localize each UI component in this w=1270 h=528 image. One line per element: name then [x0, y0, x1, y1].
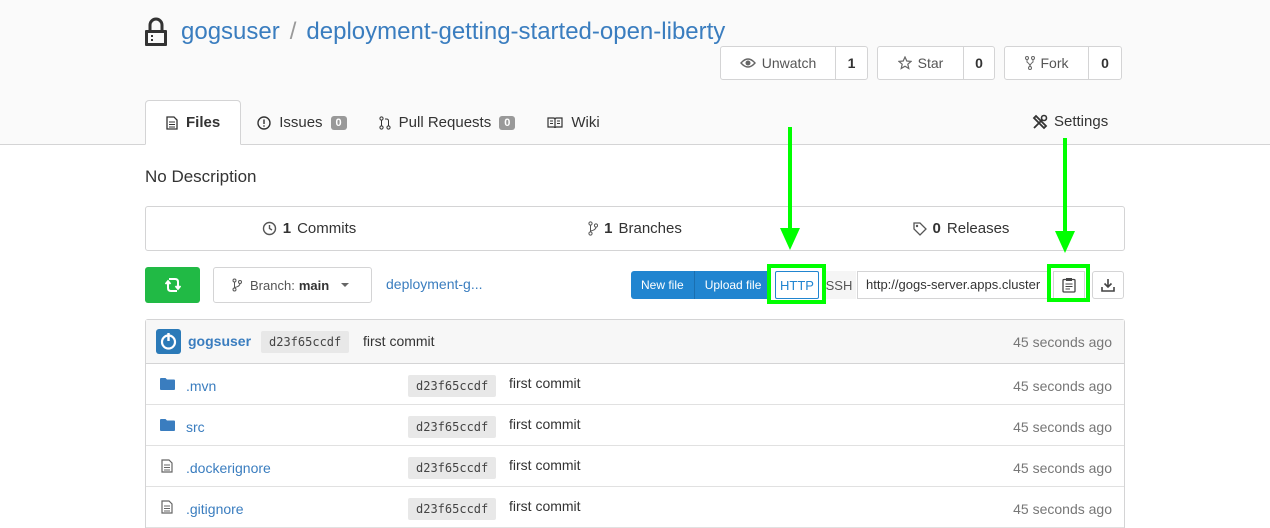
annotation-arrowhead-http — [780, 228, 800, 250]
file-name-link[interactable]: src — [186, 419, 205, 435]
table-row: src d23f65ccdf first commit 45 seconds a… — [146, 405, 1124, 446]
folder-icon — [160, 378, 175, 390]
file-name-link[interactable]: .mvn — [186, 378, 216, 394]
commit-sha[interactable]: d23f65ccdf — [261, 331, 350, 353]
table-row: .gitignore d23f65ccdf first commit 45 se… — [146, 487, 1124, 528]
file-text-icon — [161, 459, 173, 473]
latest-commit-row: gogsuser d23f65ccdf first commit 45 seco… — [146, 320, 1124, 364]
avatar[interactable] — [156, 329, 181, 354]
file-table: gogsuser d23f65ccdf first commit 45 seco… — [145, 319, 1125, 528]
commit-message: first commit — [363, 333, 435, 349]
file-commit-message[interactable]: first commit — [509, 457, 581, 473]
table-row: .dockerignore d23f65ccdf first commit 45… — [146, 446, 1124, 487]
file-commit-time: 45 seconds ago — [1013, 460, 1112, 476]
commit-time: 45 seconds ago — [1013, 334, 1112, 350]
folder-icon — [160, 419, 175, 431]
file-text-icon — [161, 500, 173, 514]
file-name-link[interactable]: .dockerignore — [186, 460, 271, 476]
annotation-box-http — [767, 264, 826, 304]
commit-author-link[interactable]: gogsuser — [188, 333, 251, 349]
file-commit-sha[interactable]: d23f65ccdf — [408, 457, 497, 479]
file-commit-sha[interactable]: d23f65ccdf — [408, 498, 497, 520]
file-commit-sha[interactable]: d23f65ccdf — [408, 416, 497, 438]
file-name-link[interactable]: .gitignore — [186, 501, 244, 517]
file-commit-message[interactable]: first commit — [509, 498, 581, 514]
annotation-box-copy — [1047, 264, 1090, 302]
file-commit-time: 45 seconds ago — [1013, 378, 1112, 394]
file-commit-message[interactable]: first commit — [509, 375, 581, 391]
file-commit-time: 45 seconds ago — [1013, 419, 1112, 435]
file-commit-time: 45 seconds ago — [1013, 501, 1112, 517]
file-commit-sha[interactable]: d23f65ccdf — [408, 375, 497, 397]
annotation-arrowhead-copy — [1055, 231, 1075, 253]
file-commit-message[interactable]: first commit — [509, 416, 581, 432]
table-row: .mvn d23f65ccdf first commit 45 seconds … — [146, 364, 1124, 405]
